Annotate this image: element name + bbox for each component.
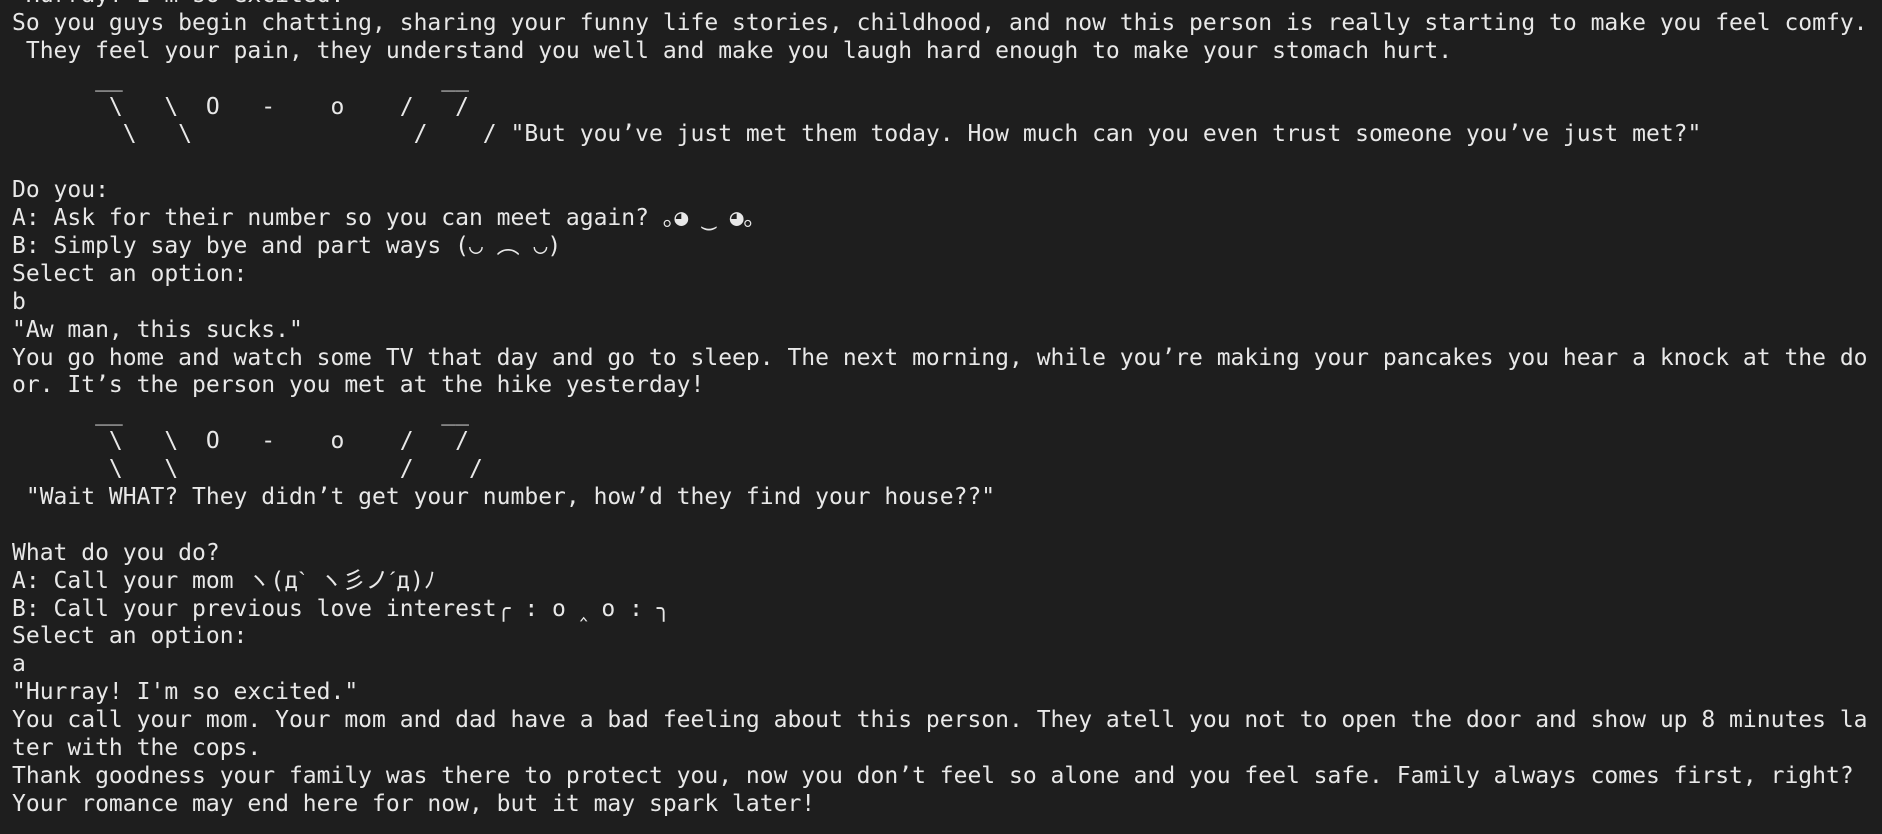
user-input: a [12,651,26,678]
ascii-art-line: \ \ / / "But you’ve just met them today.… [12,121,1702,148]
terminal-line: or. It’s the person you met at the hike … [12,372,705,399]
terminal-line: ter with the cops. [12,735,262,762]
terminal-line: You call your mom. Your mom and dad have… [12,707,1868,734]
terminal-line: Hurray! I'm so excited. [12,0,1882,10]
option-b: B: Call your previous love interest╭ : o… [12,595,671,622]
ascii-art-line: \ \ O - o / / [12,428,469,455]
terminal-line: "Aw man, this sucks." [12,316,303,343]
terminal-line: You go home and watch some TV that day a… [12,344,1868,371]
terminal-output[interactable]: Hurray! I'm so excited. So you guys begi… [12,0,1882,819]
select-prompt: Select an option: [12,623,248,650]
terminal-line: They feel your pain, they understand you… [12,37,1453,64]
terminal-line: Your romance may end here for now, but i… [12,790,816,817]
prompt-question: Do you: [12,177,109,204]
option-a: A: Ask for their number so you can meet … [12,205,756,232]
terminal-line: "Wait WHAT? They didn’t get your number,… [12,484,996,511]
select-prompt: Select an option: [12,260,248,287]
ascii-art-line: __ __ [12,65,469,92]
option-b: B: Simply say bye and part ways (◡ ︵ ◡) [12,233,562,260]
terminal-line: "Hurray! I'm so excited." [12,679,359,706]
ascii-art-line: \ \ O - o / / [12,93,469,120]
user-input: b [12,288,26,315]
option-a: A: Call your mom ヽ(дˋ ヽ彡ノˊд)ﾉ [12,567,436,594]
prompt-question: What do you do? [12,539,220,566]
terminal-line: Thank goodness your family was there to … [12,762,1854,789]
ascii-art-line: __ __ [12,400,469,427]
ascii-art-line: \ \ / / [12,456,483,483]
terminal-line: So you guys begin chatting, sharing your… [12,9,1868,36]
